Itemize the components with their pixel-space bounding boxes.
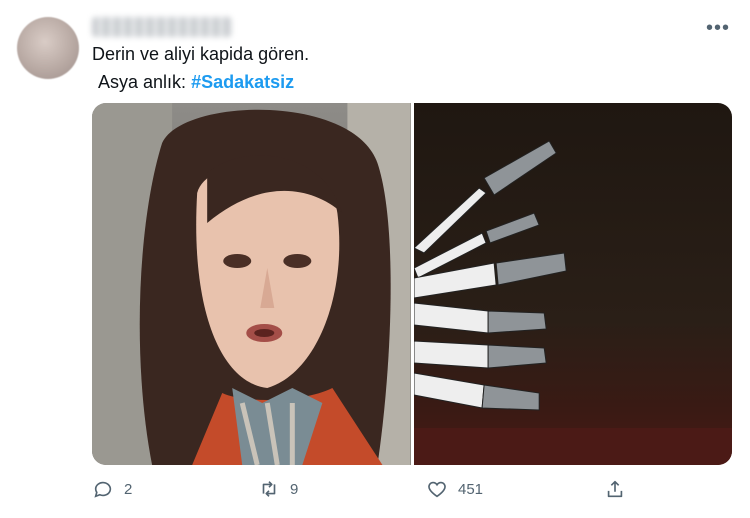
tweet-text: Derin ve aliyi kapida gören. Asya anlık:… (92, 40, 309, 96)
tweet-line-2: Asya anlık: #Sadakatsiz (92, 68, 309, 96)
share-icon (607, 480, 623, 498)
like-count: 451 (458, 480, 484, 498)
heart-icon (428, 481, 446, 498)
tweet-line-1: Derin ve aliyi kapida gören. (92, 44, 310, 64)
reply-count: 2 (124, 480, 133, 498)
more-options-icon[interactable]: ••• (706, 18, 730, 38)
knives-illustration (413, 140, 732, 465)
woman-photo-illustration (92, 103, 411, 465)
reply-icon (94, 481, 112, 498)
media-image-knives[interactable] (413, 103, 732, 465)
hashtag-link[interactable]: #Sadakatsiz (191, 72, 294, 92)
reply-button[interactable]: 2 (92, 478, 132, 500)
like-button[interactable]: 451 (426, 478, 483, 500)
media-grid[interactable] (92, 103, 732, 465)
avatar[interactable] (17, 17, 79, 79)
retweet-icon (262, 481, 276, 497)
share-button[interactable] (604, 478, 626, 500)
retweet-count: 9 (290, 480, 299, 498)
tweet-line-2-prefix: Asya anlık: (98, 72, 187, 92)
knife-5 (413, 340, 547, 369)
media-image-woman[interactable] (92, 103, 411, 465)
knife-4 (413, 302, 547, 334)
retweet-button[interactable]: 9 (258, 478, 298, 500)
knife-6 (413, 372, 540, 411)
tweet-actions: 2 9 451 (92, 478, 732, 506)
knife-1 (413, 140, 557, 254)
blurred-username[interactable] (92, 17, 232, 37)
